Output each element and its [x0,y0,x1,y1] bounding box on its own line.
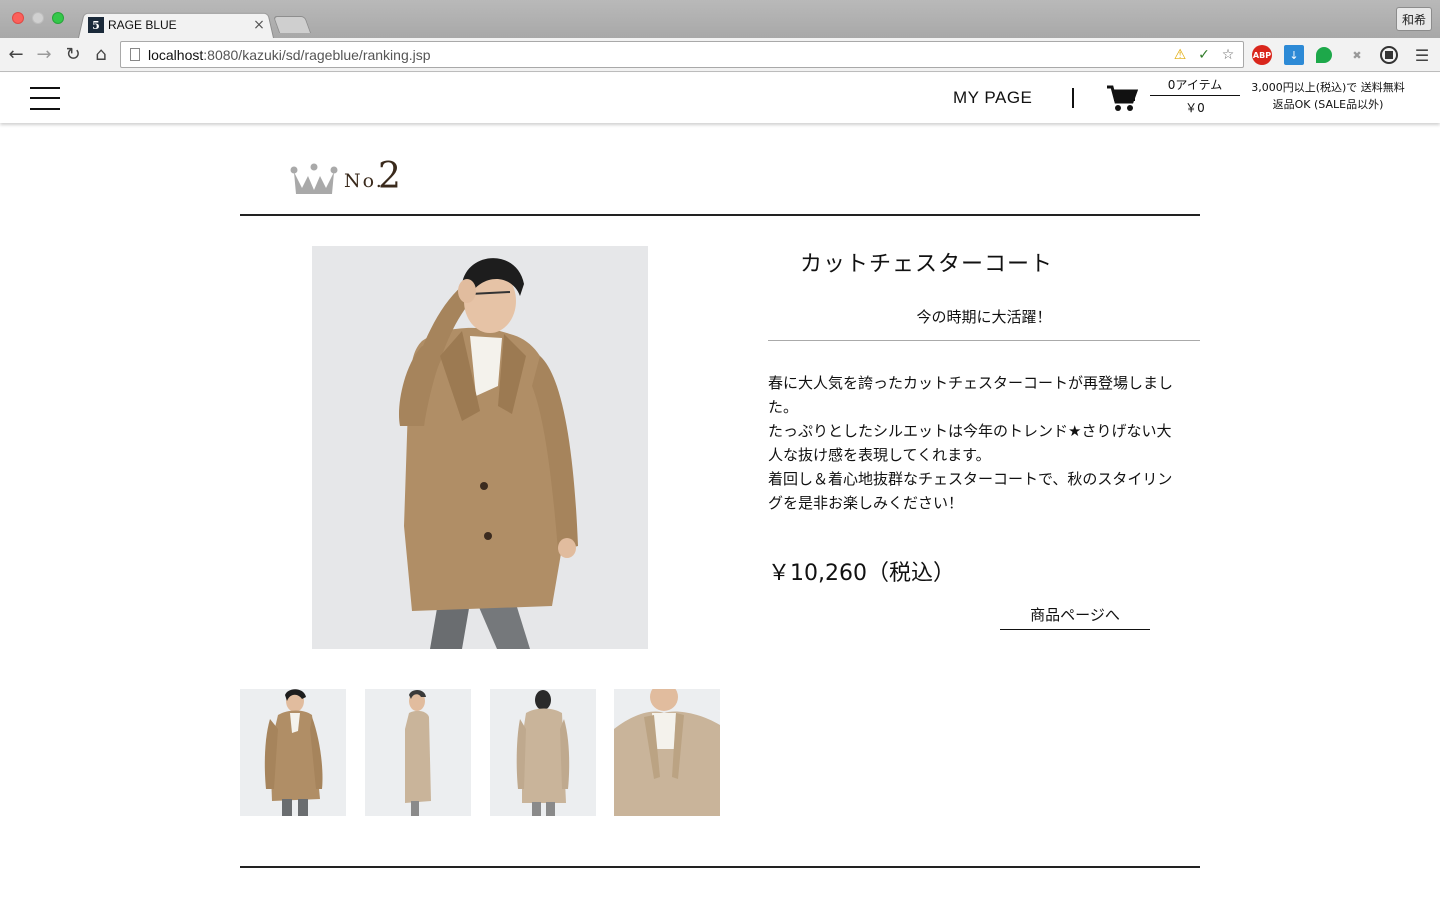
abp-icon[interactable]: ABP [1252,45,1272,65]
record-icon[interactable] [1380,46,1398,64]
product-page-link[interactable]: 商品ページへ [1000,604,1150,630]
back-arrow-icon[interactable]: ← [5,43,27,65]
mypage-link[interactable]: MY PAGE [953,88,1032,108]
chat-icon[interactable] [1316,47,1332,63]
thumbnail-front[interactable] [240,689,346,816]
url-path: :8080/kazuki/sd/rageblue/ranking.jsp [203,46,431,63]
window-minimize-button[interactable] [32,12,44,24]
description-line: グを是非お楽しみください！ [768,494,964,512]
menu-icon[interactable]: ☰ [1412,45,1432,65]
product-catchcopy: 今の時期に大活躍！ [768,306,1200,341]
cart-total: ￥0 [1185,101,1205,115]
favicon-icon: 5 [88,17,104,33]
cart-item-count: 0アイテム [1150,76,1240,96]
shipping-line-2: 返品OK (SALE品以外) [1272,98,1384,111]
reload-icon[interactable]: ↻ [62,43,84,65]
bookmark-star-icon[interactable]: ☆ [1219,46,1237,64]
product-price: ￥10,260（税込） [768,561,955,586]
url-text[interactable]: localhost:8080/kazuki/sd/rageblue/rankin… [148,47,1171,63]
browser-toolbar: ← → ↻ ⌂ localhost:8080/kazuki/sd/rageblu… [0,38,1440,72]
description-line: 着回し＆着心地抜群なチェスターコートで、秋のスタイリン [768,470,1173,488]
product-main-image [312,246,648,649]
shipping-line-1: 3,000円以上(税込)で 送料無料 [1251,81,1405,94]
section-bottom-divider [240,866,1200,868]
download-icon[interactable]: ↓ [1284,45,1304,65]
header-divider [1072,88,1074,108]
check-icon[interactable]: ✓ [1195,46,1213,64]
tab-close-icon[interactable]: × [252,17,266,33]
cart-icon[interactable] [1106,84,1138,112]
ranking-header: No. 2 [240,150,1200,216]
model-coat-illustration [312,246,648,649]
tab-title: RAGE BLUE [108,18,177,32]
profile-button[interactable]: 和希 [1396,7,1432,31]
browser-tab-content[interactable]: 5 RAGE BLUE × [88,14,274,36]
address-bar[interactable]: localhost:8080/kazuki/sd/rageblue/rankin… [120,41,1244,68]
forward-arrow-icon[interactable]: → [33,43,55,65]
thumbnail-detail[interactable] [614,689,720,816]
browser-titlebar: 5 RAGE BLUE × 和希 [0,0,1440,38]
description-line: たっぷりとしたシルエットは今年のトレンド★さりげない大 [768,422,1172,440]
product-title: カットチェスターコート [800,252,1054,277]
new-tab-button[interactable] [272,16,312,33]
shipping-notice: 3,000円以上(税込)で 送料無料 返品OK (SALE品以外) [1248,79,1408,113]
hamburger-menu-icon[interactable] [30,86,60,110]
site-header: MY PAGE 0アイテム ￥0 3,000円以上(税込)で 送料無料 返品OK… [0,73,1440,123]
description-line: 人な抜け感を表現してくれます。 [768,446,991,464]
url-host: localhost [148,46,204,63]
thumbnail-back[interactable] [490,689,596,816]
product-description: 春に大人気を誇ったカットチェスターコートが再登場しまし た。 たっぷりとしたシル… [768,371,1202,515]
rank-number: 2 [378,156,401,197]
window-close-button[interactable] [12,12,24,24]
thumbnail-gallery [240,689,720,816]
description-line: た。 [768,398,799,416]
window-maximize-button[interactable] [52,12,64,24]
description-line: 春に大人気を誇ったカットチェスターコートが再登場しまし [768,374,1174,392]
crown-icon [290,163,338,194]
home-icon[interactable]: ⌂ [90,43,112,65]
thumbnail-side[interactable] [365,689,471,816]
blocked-icon[interactable]: ✖ [1347,45,1367,65]
warning-icon[interactable]: ⚠ [1171,46,1189,64]
page-icon [130,48,140,61]
cart-summary[interactable]: 0アイテム ￥0 [1150,76,1240,120]
